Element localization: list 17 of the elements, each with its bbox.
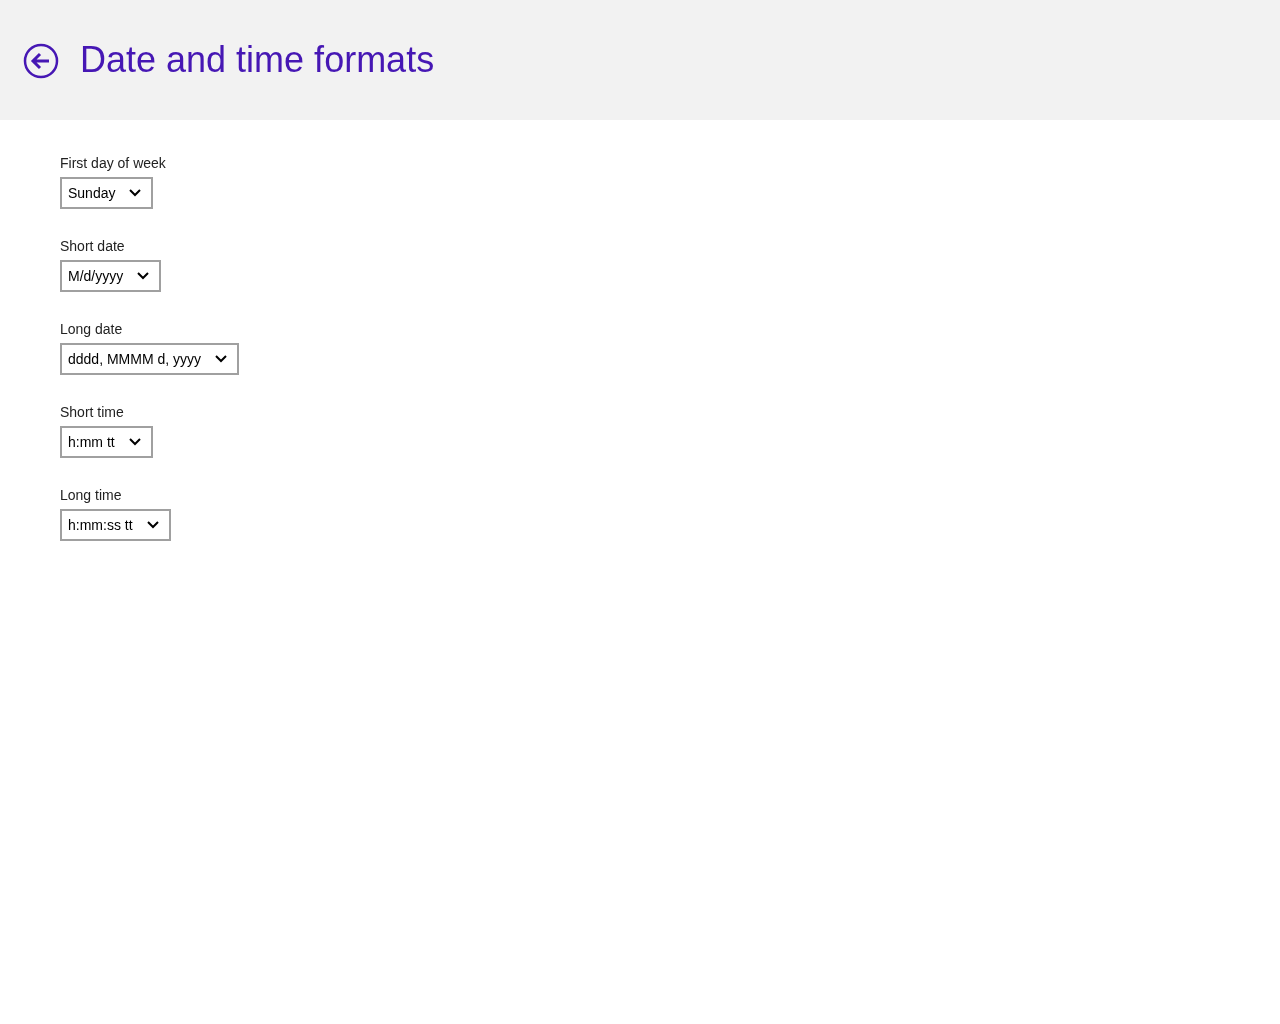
setting-label: Long time xyxy=(60,487,122,503)
format-dropdown[interactable]: dddd, MMMM d, yyyy xyxy=(60,343,240,375)
chevron-down-icon xyxy=(215,355,228,363)
back-icon[interactable] xyxy=(23,43,59,79)
page-title: Date and time formats xyxy=(80,39,435,81)
setting-label: Short time xyxy=(60,404,124,420)
format-dropdown[interactable]: h:mm tt xyxy=(60,426,153,458)
setting-label: Short date xyxy=(60,238,125,254)
format-dropdown[interactable]: h:mm:ss tt xyxy=(60,509,171,541)
setting-label: First day of week xyxy=(60,155,166,171)
format-dropdown[interactable]: Sunday xyxy=(60,177,154,209)
chevron-down-icon xyxy=(128,438,141,446)
chevron-down-icon xyxy=(146,521,159,529)
chevron-down-icon xyxy=(137,272,150,280)
format-dropdown[interactable]: M/d/yyyy xyxy=(60,260,162,292)
setting-label: Long date xyxy=(60,321,123,337)
chevron-down-icon xyxy=(129,189,142,197)
